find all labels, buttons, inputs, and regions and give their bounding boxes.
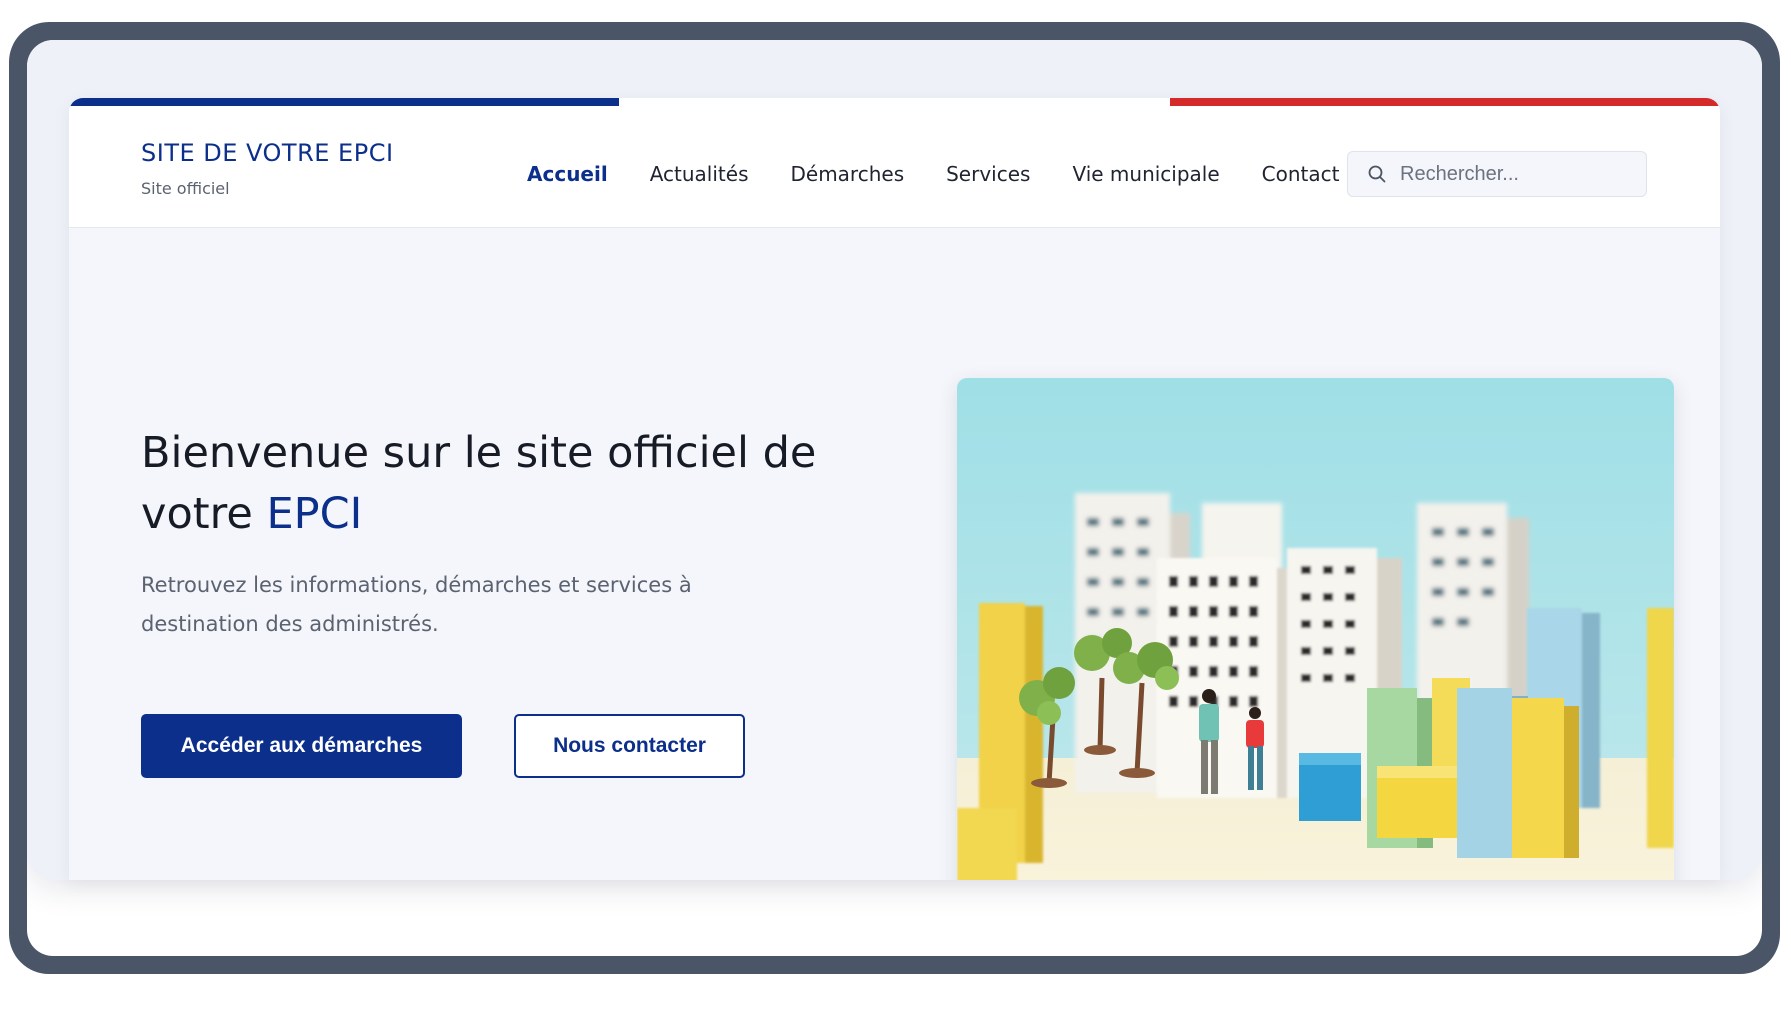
hero-description: Retrouvez les informations, démarches et… xyxy=(141,573,692,636)
hero-title-text: Bienvenue sur le site officiel de votre xyxy=(141,428,817,539)
access-demarches-button[interactable]: Accéder aux démarches xyxy=(141,714,462,778)
tricolor-blue xyxy=(69,98,620,106)
device-screen: SITE DE VOTRE EPCI Site officiel Accueil… xyxy=(27,40,1762,956)
city-blocks-illustration xyxy=(957,378,1674,880)
brand-subtitle: Site officiel xyxy=(141,179,230,198)
hero-image xyxy=(957,378,1674,880)
search-icon xyxy=(1368,165,1386,183)
contact-us-button[interactable]: Nous contacter xyxy=(514,714,745,778)
tricolor-white xyxy=(619,98,1170,106)
site-header: SITE DE VOTRE EPCI Site officiel Accueil… xyxy=(69,106,1720,228)
main-nav: Accueil Actualités Démarches Services Vi… xyxy=(527,162,1381,186)
nav-item-actualites[interactable]: Actualités xyxy=(650,162,749,186)
tricolor-red xyxy=(1169,98,1720,106)
search-input[interactable] xyxy=(1398,161,1628,187)
device-frame: SITE DE VOTRE EPCI Site officiel Accueil… xyxy=(9,22,1780,974)
hero-title: Bienvenue sur le site officiel de votre … xyxy=(141,423,841,545)
nav-item-demarches[interactable]: Démarches xyxy=(790,162,904,186)
search-box[interactable] xyxy=(1347,151,1647,197)
nav-item-services[interactable]: Services xyxy=(946,162,1030,186)
nav-item-contact[interactable]: Contact xyxy=(1262,162,1340,186)
tricolor-band xyxy=(69,98,1720,106)
website: SITE DE VOTRE EPCI Site officiel Accueil… xyxy=(69,98,1720,880)
nav-item-vie-municipale[interactable]: Vie municipale xyxy=(1072,162,1219,186)
nav-item-accueil[interactable]: Accueil xyxy=(527,162,608,186)
brand[interactable]: SITE DE VOTRE EPCI Site officiel xyxy=(141,139,394,198)
hero-title-accent: EPCI xyxy=(266,489,363,539)
brand-title: SITE DE VOTRE EPCI xyxy=(141,139,394,167)
